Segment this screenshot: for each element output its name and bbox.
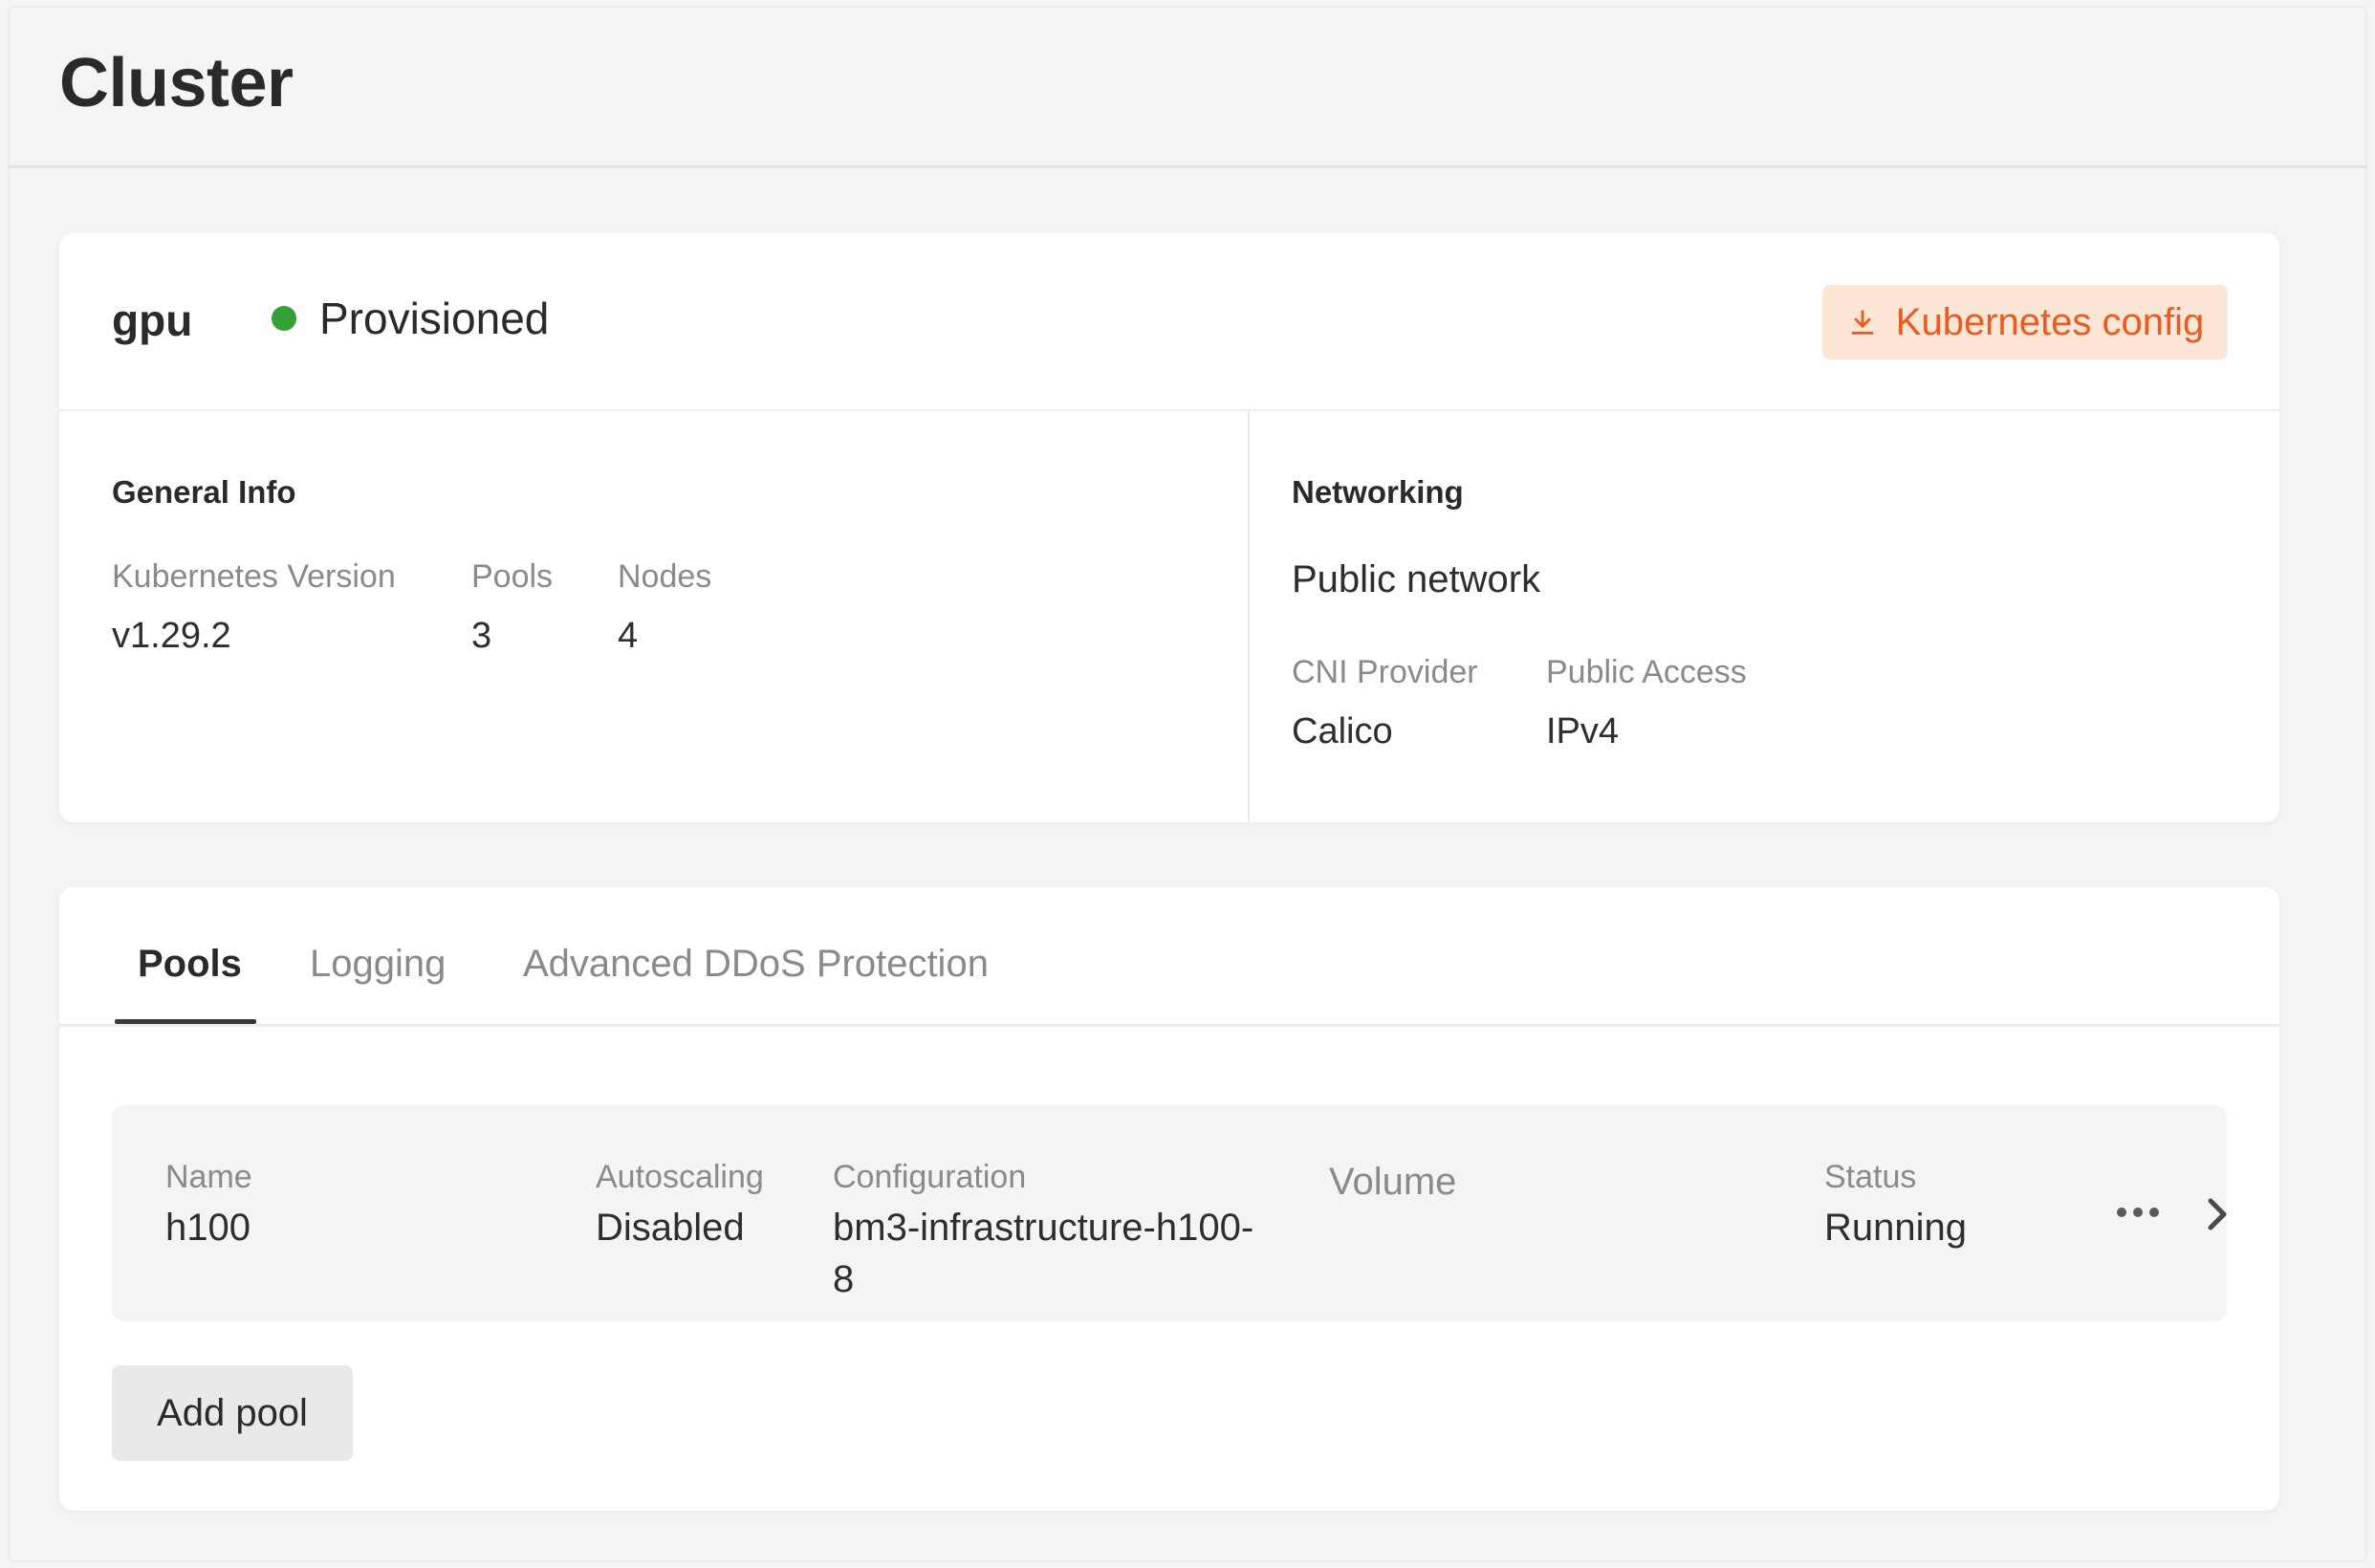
pools-card: Pools Logging Advanced DDoS Protection N… [59,887,2279,1511]
pool-name-value: h100 [165,1207,251,1249]
pool-autoscaling-label: Autoscaling [596,1159,764,1195]
cluster-summary-card: gpu Provisioned Kubernetes config Genera… [59,233,2279,822]
chevron-right-icon[interactable] [2202,1195,2231,1233]
page-header: Cluster [8,6,2367,168]
cluster-status-text: Provisioned [319,294,550,343]
pool-row[interactable]: Name h100 Autoscaling Disabled Configura… [112,1105,2227,1321]
pool-status-label: Status [1824,1159,1917,1195]
summary-divider [1248,411,1250,822]
kubernetes-version-value: v1.29.2 [112,616,231,656]
pool-configuration-label: Configuration [833,1159,1027,1195]
tab-pools[interactable]: Pools [138,943,242,986]
tab-logging[interactable]: Logging [310,943,446,986]
network-type-value: Public network [1292,558,1541,600]
pool-configuration-value-line2: 8 [833,1258,855,1300]
public-access-label: Public Access [1546,654,1747,690]
cni-provider-label: CNI Provider [1292,654,1478,690]
general-info-title: General Info [112,474,296,510]
public-access-value: IPv4 [1546,711,1620,751]
cni-provider-value: Calico [1292,711,1393,751]
download-icon [1851,310,1874,335]
nodes-count-value: 4 [618,616,639,656]
active-tab-indicator [115,1019,256,1024]
pools-count-label: Pools [471,558,554,595]
tab-advanced-ddos-protection[interactable]: Advanced DDoS Protection [523,943,989,986]
pool-volume-label: Volume [1329,1161,1457,1203]
tabs-bar: Pools Logging Advanced DDoS Protection [59,887,2279,1027]
more-horizontal-icon[interactable] [2114,1203,2162,1222]
kubernetes-config-label: Kubernetes config [1895,300,2205,343]
status-dot-icon [272,306,296,331]
cluster-name: gpu [112,295,193,345]
cluster-status: Provisioned [272,293,549,344]
pool-configuration-value-line1: bm3-infrastructure-h100- [833,1207,1254,1249]
add-pool-button[interactable]: Add pool [112,1365,353,1461]
pools-count-value: 3 [471,616,492,656]
kubernetes-version-label: Kubernetes Version [112,558,396,595]
kubernetes-config-button[interactable]: Kubernetes config [1822,285,2228,359]
pool-name-label: Name [165,1159,252,1195]
networking-title: Networking [1292,474,1464,510]
pool-autoscaling-value: Disabled [596,1207,745,1249]
cluster-summary-header: gpu Provisioned Kubernetes config [59,233,2279,411]
page-title: Cluster [59,45,294,121]
pool-status-value: Running [1824,1207,1968,1249]
nodes-count-label: Nodes [618,558,712,595]
